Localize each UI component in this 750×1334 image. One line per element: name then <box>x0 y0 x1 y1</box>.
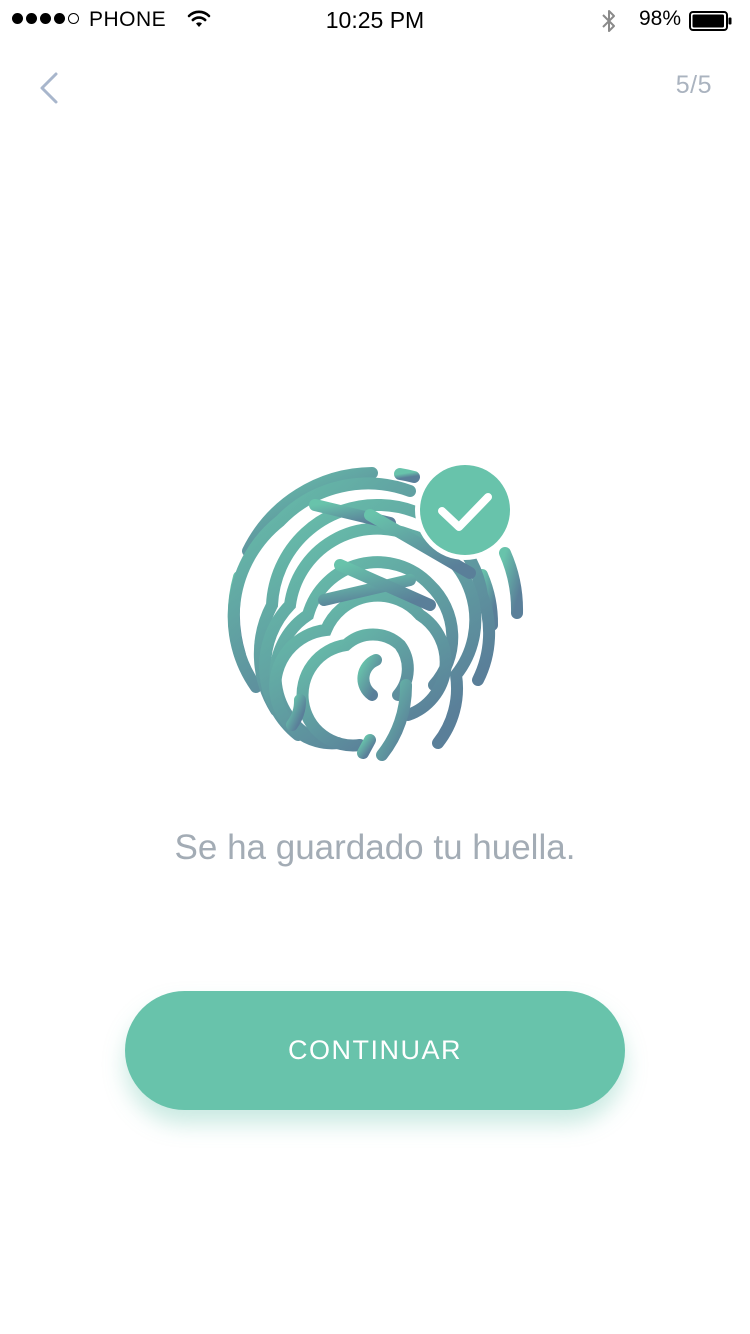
chevron-left-icon <box>40 72 58 104</box>
battery-percentage: 98% <box>639 7 682 30</box>
checkmark-badge <box>420 465 510 555</box>
continue-button[interactable]: CONTINUAR <box>125 991 625 1110</box>
fingerprint-saved-screen: PHONE 10:25 PM 98% 5/5 Se ha guardado tu… <box>0 0 750 1334</box>
step-indicator: 5/5 <box>675 71 712 99</box>
bluetooth-icon <box>602 10 615 32</box>
battery-icon <box>689 11 732 31</box>
success-message: Se ha guardado tu huella. <box>174 828 576 867</box>
fingerprint-icon <box>227 460 524 761</box>
back-button[interactable] <box>30 66 70 106</box>
status-time: 10:25 PM <box>325 7 425 33</box>
status-bar: PHONE 10:25 PM 98% <box>0 0 750 40</box>
continue-button-label: CONTINUAR <box>288 1035 462 1065</box>
